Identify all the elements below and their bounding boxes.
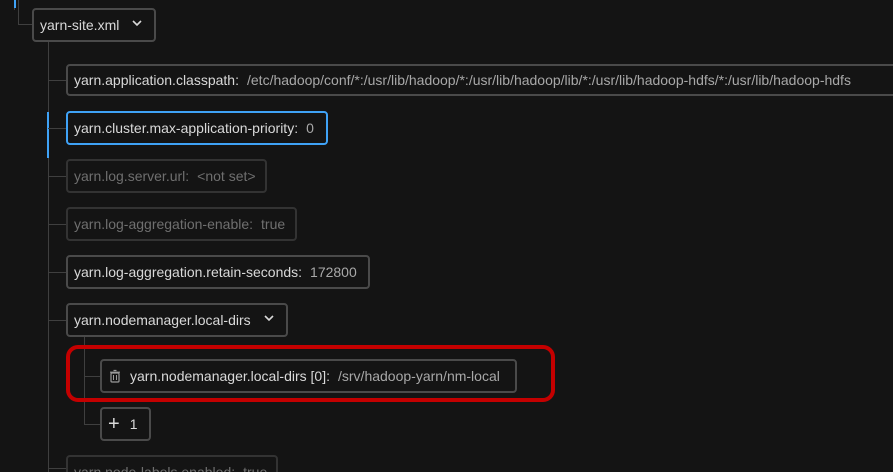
property-value: 172800 [310,264,357,280]
property-key: yarn.log-aggregation.retain-seconds: [74,264,303,280]
config-tree-view: yarn-site.xml yarn.application.classpath… [0,0,893,472]
tree-guide-line [48,128,66,129]
property-yarn-log-aggregation-enable[interactable]: yarn.log-aggregation-enable: true [66,207,297,241]
tree-guide-line-active [47,112,49,158]
add-item-count: 1 [129,416,138,432]
property-yarn-node-labels-enabled[interactable]: yarn.node-labels.enabled: true [66,455,278,472]
property-yarn-application-classpath[interactable]: yarn.application.classpath: /etc/hadoop/… [66,64,893,96]
property-value: <not set> [197,168,256,184]
property-key: yarn.cluster.max-application-priority: [74,120,299,136]
plus-icon: + [108,413,120,435]
tree-guide-line [48,320,66,321]
property-yarn-nodemanager-local-dirs[interactable]: yarn.nodemanager.local-dirs [66,303,288,337]
property-yarn-cluster-max-application-priority[interactable]: yarn.cluster.max-application-priority: 0 [66,111,328,145]
trash-icon[interactable] [108,369,122,383]
property-value: /etc/hadoop/conf/*:/usr/lib/hadoop/*:/us… [247,72,851,88]
array-item-value: /srv/hadoop-yarn/nm-local [338,368,500,384]
tree-node-yarn-site-xml[interactable]: yarn-site.xml [32,8,156,42]
array-item-key: yarn.nodemanager.local-dirs [0]: [130,368,330,384]
property-yarn-log-server-url[interactable]: yarn.log.server.url: <not set> [66,159,267,193]
tree-guide-line [48,80,66,81]
property-yarn-log-aggregation-retain-seconds[interactable]: yarn.log-aggregation.retain-seconds: 172… [66,255,370,289]
tree-guide-line [48,224,66,225]
property-value: 0 [306,120,314,136]
tree-guide-line [48,468,66,469]
chevron-down-icon[interactable] [131,17,143,29]
tree-node-label: yarn-site.xml [40,17,120,33]
tree-guide-line [18,24,33,25]
tree-guide-line [84,424,100,425]
add-item-button[interactable]: + 1 [100,407,151,441]
tree-guide-line-active [14,0,16,8]
chevron-down-icon[interactable] [263,312,275,324]
tree-guide-line [48,40,49,472]
property-key: yarn.nodemanager.local-dirs [74,312,251,328]
property-value: true [243,464,268,472]
tree-guide-line [48,176,66,177]
tree-guide-line [18,0,19,24]
property-key: yarn.log-aggregation-enable: [74,216,254,232]
array-item-local-dirs-0[interactable]: yarn.nodemanager.local-dirs [0]: /srv/ha… [100,359,517,393]
property-key: yarn.log.server.url: [74,168,190,184]
property-key: yarn.node-labels.enabled: [74,464,236,472]
property-value: true [261,216,286,232]
property-key: yarn.application.classpath: [74,72,239,88]
tree-guide-line [48,272,66,273]
